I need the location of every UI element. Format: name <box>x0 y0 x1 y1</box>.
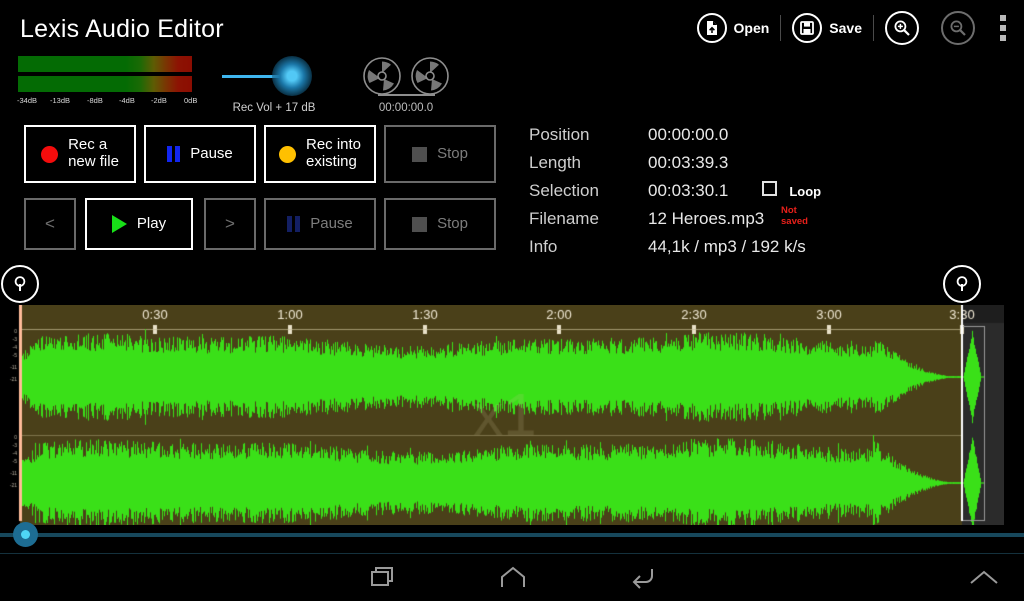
info-value-position: 00:00:00.0 <box>648 125 729 144</box>
meter-tick: -8dB <box>87 96 103 105</box>
meter-tick: -13dB <box>50 96 71 105</box>
recents-icon <box>371 566 393 586</box>
rec-into-existing-label: Rec into existing <box>305 136 362 170</box>
tape-line <box>378 94 435 96</box>
rec-into-existing-button[interactable]: Rec into existing <box>264 125 376 183</box>
loop-checkbox[interactable] <box>762 181 778 196</box>
prev-icon: < <box>45 214 55 233</box>
info-value-filename: 12 Heroes.mp3 <box>648 209 765 228</box>
info-key: Position <box>529 125 590 144</box>
overflow-menu-icon <box>1000 15 1006 21</box>
level-meters: -34dB -13dB -8dB -4dB -2dB 0dB <box>17 56 197 108</box>
info-value-info: 44,1k / mp3 / 192 k/s <box>648 237 806 256</box>
rec-stop-button[interactable]: Stop <box>384 125 496 183</box>
loop-label: Loop <box>789 184 822 199</box>
recents-button[interactable] <box>346 554 420 601</box>
zoom-out-button[interactable] <box>930 0 986 56</box>
floppy-disk-icon <box>792 13 823 43</box>
info-key: Length <box>529 153 581 172</box>
tape-reels-icon <box>363 57 449 95</box>
rec-new-file-button[interactable]: Rec a new file <box>24 125 136 183</box>
back-button[interactable] <box>606 554 680 601</box>
rec-volume-label: Rec Vol + 17 dB <box>232 102 316 114</box>
rec-pause-button[interactable]: Pause <box>144 125 256 183</box>
rec-volume-thumb[interactable] <box>272 56 312 96</box>
stop-square-icon <box>412 216 428 232</box>
zoom-out-icon <box>941 11 975 45</box>
zoom-in-icon <box>885 11 919 45</box>
prev-button[interactable]: < <box>24 198 76 250</box>
info-key: Selection <box>529 181 599 200</box>
rec-new-file-label: Rec a new file <box>68 136 119 170</box>
selection-end-handle[interactable] <box>943 265 981 303</box>
play-button[interactable]: Play <box>85 198 193 250</box>
info-row-length: Length 00:03:39.3 <box>529 153 821 181</box>
info-value-selection: 00:03:30.1 <box>648 181 729 200</box>
zoom-in-button[interactable] <box>874 0 930 56</box>
meter-scale: -34dB -13dB -8dB -4dB -2dB 0dB <box>17 96 197 108</box>
play-pause-button[interactable]: Pause <box>264 198 376 250</box>
info-row-filename: Filename 12 Heroes.mp3 <box>529 209 821 237</box>
meter-tick: 0dB <box>184 96 198 105</box>
open-label: Open <box>733 20 770 36</box>
save-label: Save <box>829 20 862 36</box>
lexis-audio-editor-window: Lexis Audio Editor Open Save -34dB -13dB… <box>0 0 1024 601</box>
info-value-length: 00:03:39.3 <box>648 153 729 172</box>
chevron-up-icon <box>970 570 998 584</box>
play-stop-button[interactable]: Stop <box>384 198 496 250</box>
open-button[interactable]: Open <box>686 0 781 56</box>
play-label: Play <box>136 214 167 232</box>
level-meter-right <box>18 76 192 92</box>
meter-tick: -2dB <box>151 96 167 105</box>
expand-button[interactable] <box>947 554 1021 601</box>
play-triangle-icon <box>111 215 127 233</box>
play-stop-label: Stop <box>437 214 468 232</box>
scrollbar-thumb[interactable] <box>13 522 38 547</box>
android-navbar <box>0 553 1024 601</box>
selection-pin-handle-icon <box>14 276 26 291</box>
info-row-position: Position 00:00:00.0 <box>529 125 821 153</box>
selection-start-handle[interactable] <box>1 265 39 303</box>
horizontal-scrollbar[interactable] <box>0 533 1024 537</box>
home-button[interactable] <box>476 554 550 601</box>
next-icon: > <box>225 214 235 233</box>
open-file-icon <box>696 13 727 43</box>
record-dot-icon <box>278 145 296 163</box>
overflow-menu-button[interactable] <box>986 0 1024 56</box>
tape-reels: 00:00:00.0 <box>358 56 454 114</box>
save-button[interactable]: Save <box>781 0 873 56</box>
reel-timecode: 00:00:00.0 <box>378 102 434 114</box>
pause-bars-icon <box>167 146 181 162</box>
meter-tick: -4dB <box>119 96 135 105</box>
play-pause-label: Pause <box>310 214 353 232</box>
home-icon <box>501 566 525 587</box>
waveform-canvas[interactable] <box>0 305 1004 525</box>
info-row-selection: Selection 00:03:30.1 Loop <box>529 181 821 209</box>
info-key: Filename <box>529 209 599 228</box>
rec-pause-label: Pause <box>190 144 233 162</box>
stop-square-icon <box>412 146 428 162</box>
meter-tick: -34dB <box>17 96 38 105</box>
next-button[interactable]: > <box>204 198 256 250</box>
info-key: Info <box>529 237 558 256</box>
pause-bars-icon <box>287 216 301 232</box>
level-meter-left <box>18 56 192 72</box>
not-saved-badge: Not saved <box>781 205 808 227</box>
record-dot-icon <box>41 145 59 163</box>
selection-pin-handle-icon <box>956 276 968 291</box>
info-row-info: Info 44,1k / mp3 / 192 k/s <box>529 237 821 265</box>
info-panel: Position 00:00:00.0 Length 00:03:39.3 Se… <box>529 125 821 265</box>
back-arrow-icon <box>632 568 653 589</box>
toolbar: Open Save <box>686 0 1024 56</box>
app-title: Lexis Audio Editor <box>20 15 224 43</box>
rec-stop-label: Stop <box>437 144 468 162</box>
